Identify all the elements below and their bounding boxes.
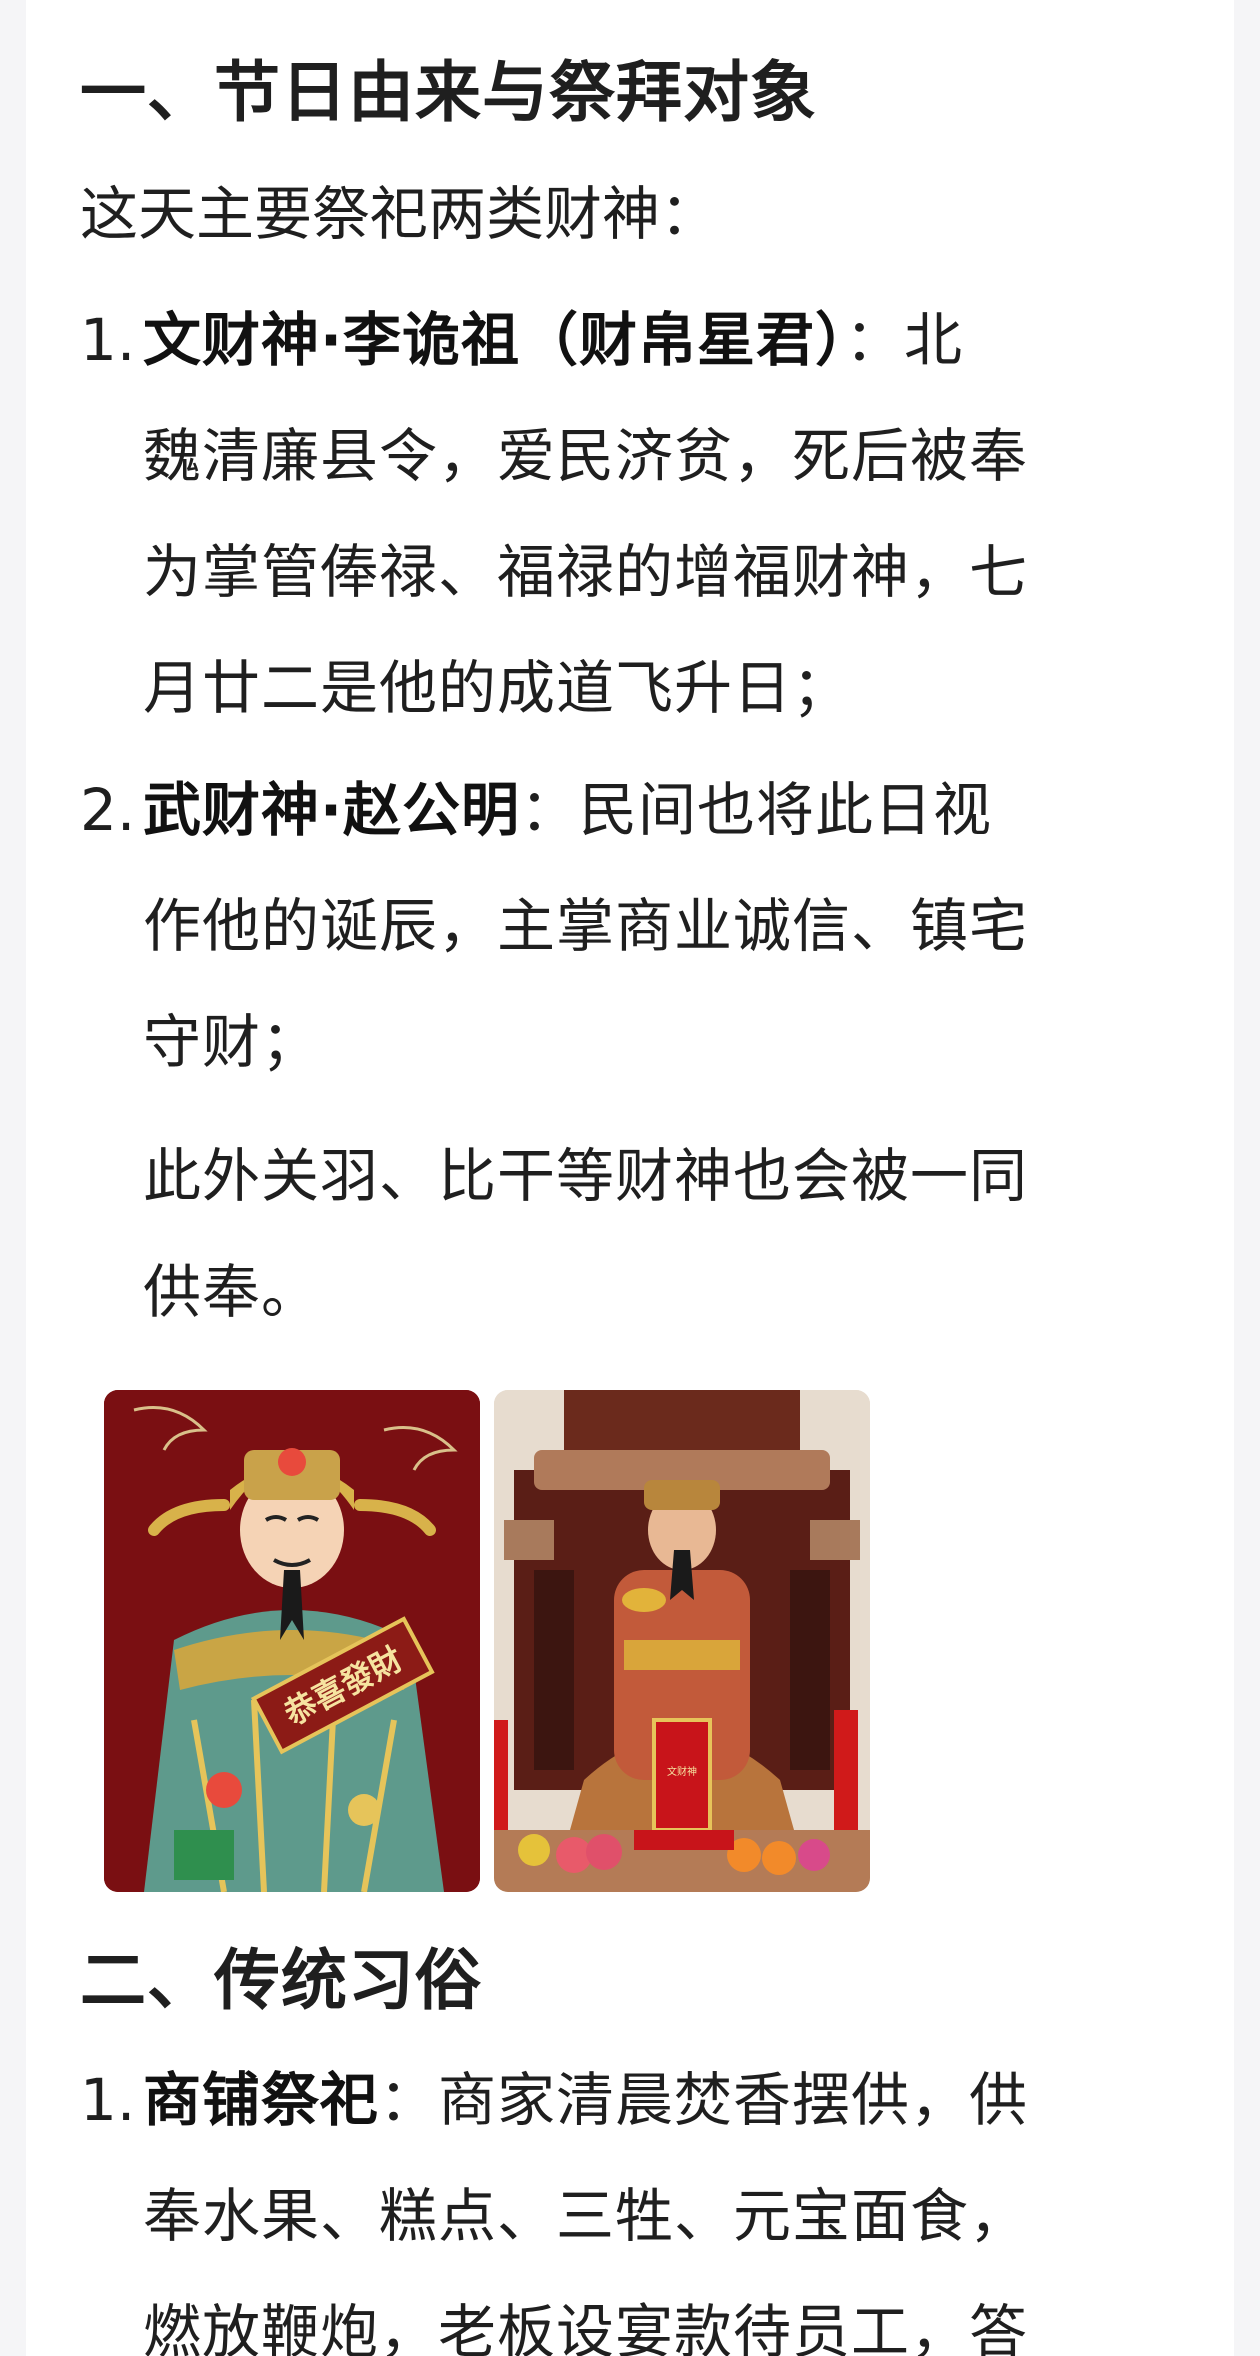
section-heading-origin: 一、节日由来与祭拜对象 <box>80 54 817 131</box>
caishen-statue-image[interactable]: 文财神 <box>494 1390 870 1892</box>
list-item-line: 为掌管俸禄、福禄的增福财神，七 <box>143 538 1029 606</box>
note-paragraph: 此外关羽、比干等财神也会被一同 供奉。 <box>143 1142 1029 1326</box>
list-number: 1. <box>80 306 136 374</box>
list-item-line: 魏清廉县令，爱民济贫，死后被奉 <box>143 422 1029 490</box>
list-item-line: 武财神·赵公明：民间也将此日视 <box>143 776 993 844</box>
list-item-body: 商铺祭祀：商家清晨焚香摆供，供 奉水果、糕点、三牲、元宝面食， 燃放鞭炮，老板设… <box>143 2042 1143 2356</box>
list-item-line: 文财神·李诡祖（财帛星君）：北 <box>143 306 964 374</box>
list-number: 1. <box>80 2066 136 2134</box>
list-item-title: 商铺祭祀 <box>143 2066 380 2134</box>
list-number: 2. <box>80 776 136 844</box>
list-item-body: 武财神·赵公明：民间也将此日视 作他的诞辰，主掌商业诚信、镇宅 守财； <box>143 752 1143 1100</box>
list-item-line: 守财； <box>143 1008 321 1076</box>
list-item-line: 奉水果、糕点、三牲、元宝面食， <box>143 2182 1029 2250</box>
list-item-title: 武财神·赵公明 <box>143 776 521 844</box>
plaque-text: 文财神 <box>667 1765 697 1778</box>
list-item-line: 月廿二是他的成道飞升日； <box>143 654 852 722</box>
caishen-painting-image[interactable]: 恭喜發財 <box>104 1390 480 1892</box>
intro-paragraph: 这天主要祭祀两类财神： <box>80 180 719 248</box>
list-item-line: 商铺祭祀：商家清晨焚香摆供，供 <box>143 2066 1029 2134</box>
article-page: 一、节日由来与祭拜对象 这天主要祭祀两类财神： 1. 文财神·李诡祖（财帛星君）… <box>26 0 1234 2356</box>
section-heading-customs: 二、传统习俗 <box>80 1942 482 2019</box>
list-item-body: 文财神·李诡祖（财帛星君）：北 魏清廉县令，爱民济贫，死后被奉 为掌管俸禄、福禄… <box>143 282 1143 746</box>
list-item-line: 作他的诞辰，主掌商业诚信、镇宅 <box>143 892 1029 960</box>
list-item-line: 燃放鞭炮，老板设宴款待员工，答 <box>143 2298 1029 2356</box>
list-item-title: 文财神·李诡祖（财帛星君） <box>143 306 846 374</box>
